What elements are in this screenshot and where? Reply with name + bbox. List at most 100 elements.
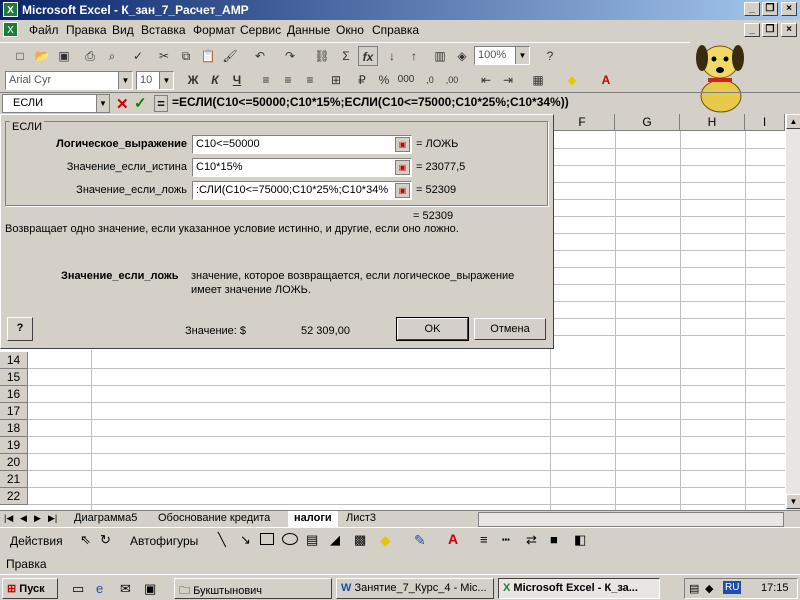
horizontal-scrollbar[interactable] bbox=[478, 512, 784, 527]
desktop-icon[interactable]: ▭ bbox=[72, 581, 84, 597]
line-color-icon[interactable]: ✎ bbox=[414, 532, 426, 549]
rotate-icon[interactable]: ↻ bbox=[100, 532, 111, 548]
new-icon[interactable]: □ bbox=[10, 46, 30, 66]
print-icon[interactable]: ⎙ bbox=[80, 46, 100, 66]
column-header-f[interactable]: F bbox=[550, 114, 615, 131]
sheet-tab-diagram5[interactable]: Диаграмма5 bbox=[68, 511, 143, 527]
prev-sheet-icon[interactable]: ◀ bbox=[20, 513, 27, 524]
menu-insert[interactable]: Вставка bbox=[141, 23, 186, 37]
menu-view[interactable]: Вид bbox=[112, 23, 134, 37]
font-select[interactable]: Arial Cyr ▼ bbox=[5, 71, 133, 90]
collapse-dialog-icon[interactable]: ▣ bbox=[395, 160, 410, 175]
align-right-icon[interactable]: ≡ bbox=[300, 70, 320, 90]
start-button[interactable]: ⊞ Пуск bbox=[2, 578, 58, 599]
borders-icon[interactable]: ▦ bbox=[528, 70, 548, 90]
taskbar-item-word[interactable]: W Занятие_7_Курс_4 - Mic... bbox=[336, 578, 494, 599]
align-center-icon[interactable]: ≡ bbox=[278, 70, 298, 90]
rectangle-icon[interactable] bbox=[260, 533, 274, 545]
increase-indent-icon[interactable]: ⇥ bbox=[498, 70, 518, 90]
sheet-tab-credit[interactable]: Обоснование кредита bbox=[152, 511, 276, 527]
row-header[interactable]: 19 bbox=[0, 437, 28, 454]
language-indicator[interactable]: RU bbox=[723, 581, 742, 594]
menu-window[interactable]: Окно bbox=[336, 23, 364, 37]
bold-button[interactable]: Ж bbox=[183, 70, 203, 90]
spelling-icon[interactable]: ✓ bbox=[128, 46, 148, 66]
select-pointer-icon[interactable]: ⇖ bbox=[80, 532, 91, 548]
open-icon[interactable]: 📂 bbox=[32, 46, 52, 66]
menu-file[interactable]: Файл bbox=[29, 23, 59, 37]
ok-button[interactable]: OK bbox=[396, 317, 469, 341]
comma-style-icon[interactable]: 000 bbox=[396, 70, 416, 90]
save-icon[interactable]: ▣ bbox=[54, 46, 74, 66]
paste-icon[interactable]: 📋 bbox=[198, 46, 218, 66]
wordart-icon[interactable]: ◢ bbox=[330, 532, 340, 548]
line-style-icon[interactable]: ≡ bbox=[480, 532, 488, 547]
redo-icon[interactable]: ↷ bbox=[280, 46, 300, 66]
fill-color-icon[interactable]: ◆ bbox=[380, 532, 391, 549]
vertical-scrollbar[interactable]: ▲ ▼ bbox=[785, 114, 800, 510]
arrow-style-icon[interactable]: ⇄ bbox=[526, 532, 537, 548]
arg-input-true[interactable]: C10*15% ▣ bbox=[192, 158, 412, 177]
oval-icon[interactable] bbox=[282, 533, 298, 545]
column-header-g[interactable]: G bbox=[615, 114, 680, 131]
doc-minimize-button[interactable]: _ bbox=[744, 23, 760, 37]
decrease-decimal-icon[interactable]: ,00 bbox=[442, 70, 462, 90]
copy-icon[interactable]: ⧉ bbox=[176, 46, 196, 66]
workbook-icon[interactable]: X bbox=[3, 22, 18, 37]
quicklaunch-icon[interactable]: ▣ bbox=[144, 581, 156, 597]
function-icon[interactable]: fx bbox=[358, 46, 378, 66]
dash-style-icon[interactable]: ┅ bbox=[502, 532, 510, 548]
row-header[interactable]: 20 bbox=[0, 454, 28, 471]
fill-color-icon[interactable]: ◆ bbox=[562, 70, 582, 90]
collapse-dialog-icon[interactable]: ▣ bbox=[395, 137, 410, 152]
drawing-icon[interactable]: ◈ bbox=[452, 46, 472, 66]
font-color-icon[interactable]: A bbox=[596, 70, 616, 90]
hyperlink-icon[interactable]: ⛓ bbox=[312, 46, 332, 66]
row-header[interactable]: 15 bbox=[0, 369, 28, 386]
font-size-select[interactable]: 10 ▼ bbox=[136, 71, 174, 90]
arrow-icon[interactable]: ↘ bbox=[240, 532, 251, 548]
tray-app-icon[interactable]: ◆ bbox=[705, 582, 713, 595]
sheet-tab-taxes[interactable]: налоги bbox=[288, 511, 338, 527]
autosum-icon[interactable]: Σ bbox=[336, 46, 356, 66]
merge-center-icon[interactable]: ⊞ bbox=[326, 70, 346, 90]
tray-network-icon[interactable]: ▤ bbox=[689, 582, 699, 595]
underline-button[interactable]: Ч bbox=[227, 70, 247, 90]
3d-icon[interactable]: ◧ bbox=[574, 532, 586, 548]
enter-formula-icon[interactable]: ✓ bbox=[134, 94, 147, 112]
menu-edit[interactable]: Правка bbox=[66, 23, 107, 37]
menu-tools[interactable]: Сервис bbox=[240, 23, 281, 37]
zoom-select[interactable]: 100% ▼ bbox=[474, 46, 530, 65]
first-sheet-icon[interactable]: |◀ bbox=[4, 513, 13, 524]
textbox-icon[interactable]: ▤ bbox=[306, 532, 318, 548]
percent-icon[interactable]: % bbox=[374, 70, 394, 90]
taskbar-item-folder[interactable]: 🗀 Букштынович bbox=[174, 578, 332, 599]
align-left-icon[interactable]: ≡ bbox=[256, 70, 276, 90]
help-button[interactable]: ? bbox=[7, 317, 33, 341]
chevron-down-icon[interactable]: ▼ bbox=[96, 95, 109, 112]
line-icon[interactable]: ╲ bbox=[218, 532, 226, 548]
taskbar-item-excel[interactable]: X Microsoft Excel - К_за... bbox=[498, 578, 660, 599]
undo-icon[interactable]: ↶ bbox=[250, 46, 270, 66]
row-header[interactable]: 14 bbox=[0, 352, 28, 369]
sort-desc-icon[interactable]: ↑ bbox=[404, 46, 424, 66]
clipart-icon[interactable]: ▩ bbox=[354, 532, 366, 548]
chart-wizard-icon[interactable]: ▥ bbox=[430, 46, 450, 66]
increase-decimal-icon[interactable]: ,0 bbox=[420, 70, 440, 90]
row-header[interactable]: 22 bbox=[0, 488, 28, 505]
format-painter-icon[interactable]: 🖌 bbox=[220, 46, 240, 66]
doc-close-button[interactable]: × bbox=[781, 23, 797, 37]
arg-input-condition[interactable]: C10<=50000 ▣ bbox=[192, 135, 412, 154]
cut-icon[interactable]: ✂ bbox=[154, 46, 174, 66]
column-header-h[interactable]: H bbox=[680, 114, 745, 131]
ie-icon[interactable]: e bbox=[96, 581, 103, 596]
outlook-icon[interactable]: ✉ bbox=[120, 581, 131, 597]
minimize-button[interactable]: _ bbox=[744, 2, 760, 16]
preview-icon[interactable]: ⌕ bbox=[102, 46, 122, 66]
scroll-down-icon[interactable]: ▼ bbox=[786, 494, 800, 509]
doc-restore-button[interactable]: ❐ bbox=[762, 23, 778, 37]
last-sheet-icon[interactable]: ▶| bbox=[48, 513, 57, 524]
menu-data[interactable]: Данные bbox=[287, 23, 330, 37]
shadow-icon[interactable]: ■ bbox=[550, 532, 558, 547]
row-header[interactable]: 18 bbox=[0, 420, 28, 437]
